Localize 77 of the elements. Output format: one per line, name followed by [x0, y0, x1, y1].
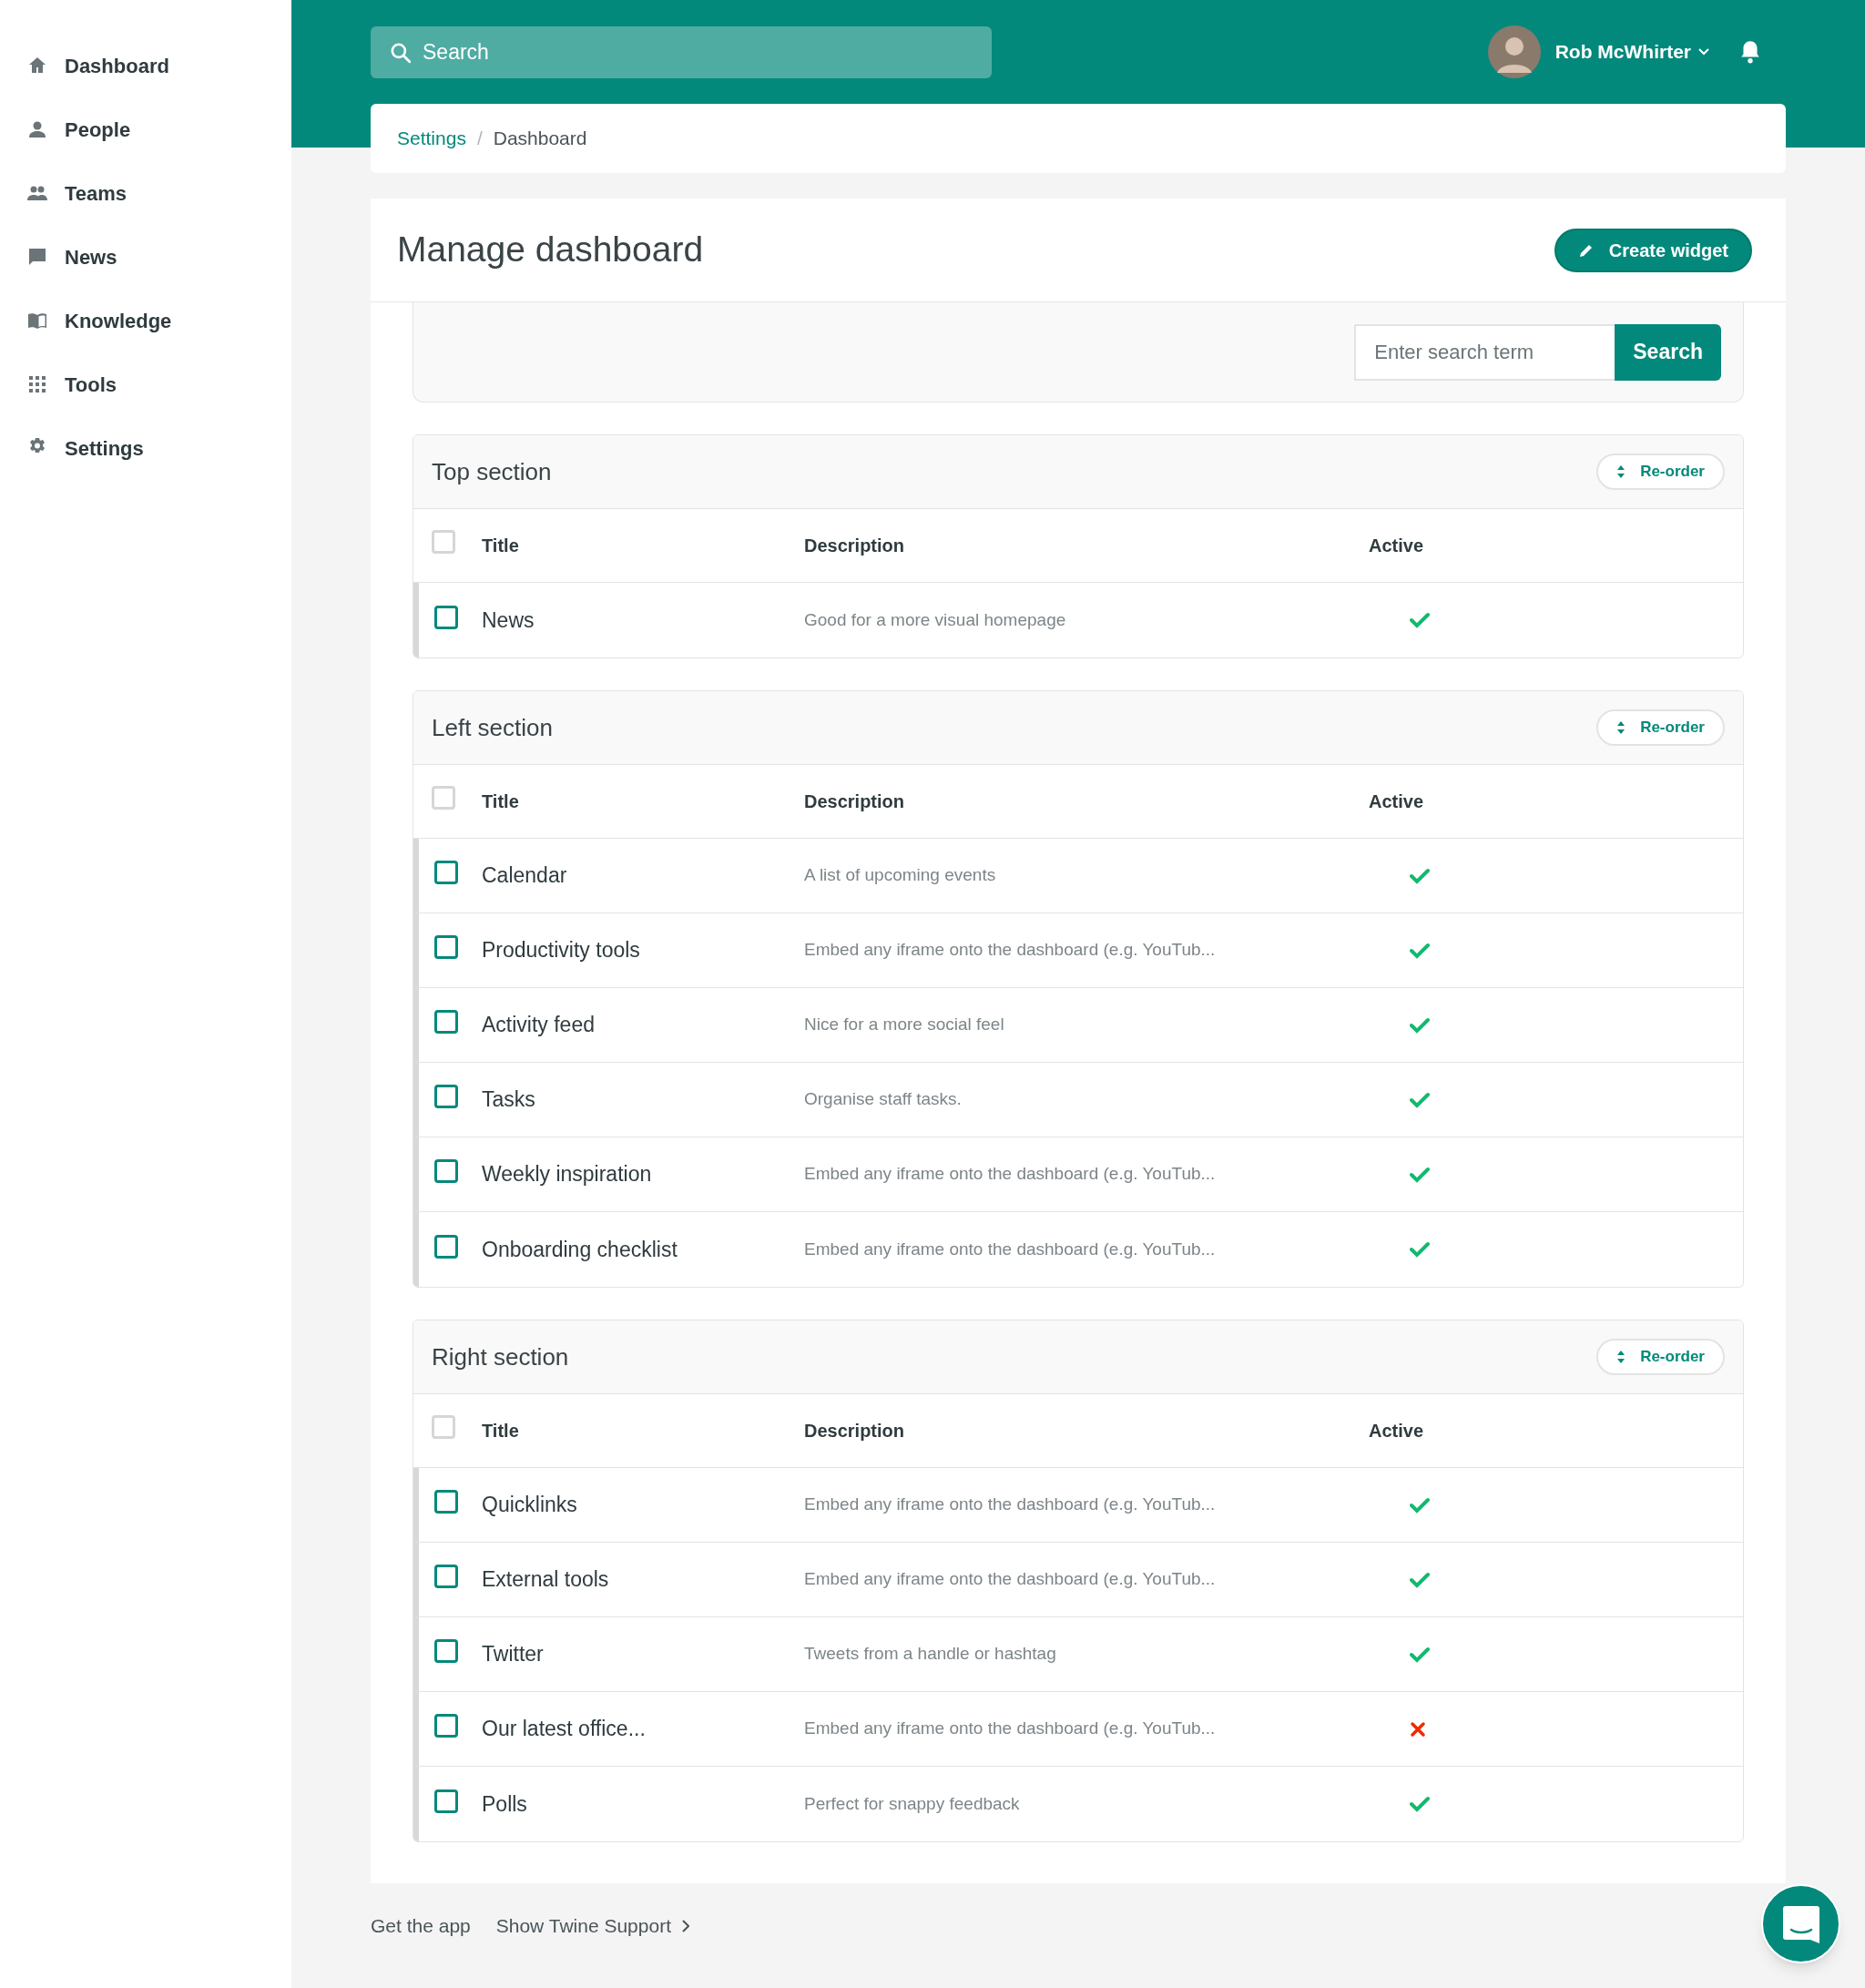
- checkbox[interactable]: [434, 1639, 458, 1663]
- speech-bubble-icon: [26, 246, 48, 268]
- widget-description: Embed any iframe onto the dashboard (e.g. YouTub...: [804, 1494, 1217, 1516]
- breadcrumb-separator: /: [476, 127, 483, 151]
- checkbox[interactable]: [434, 1490, 458, 1514]
- checkbox[interactable]: [434, 861, 458, 884]
- column-header: Description: [804, 1420, 906, 1443]
- widget-description: Embed any iframe onto the dashboard (e.g. YouTub...: [804, 1718, 1217, 1740]
- search-button[interactable]: Search: [1615, 323, 1721, 381]
- widget-description: Perfect for snappy feedback: [804, 1792, 1021, 1815]
- chevron-right-icon: [682, 1920, 689, 1932]
- widget-title: External tools: [482, 1566, 610, 1594]
- breadcrumb-current: Dashboard: [493, 127, 587, 151]
- widget-title: Quicklinks: [482, 1492, 578, 1519]
- checkbox[interactable]: [434, 935, 458, 959]
- reorder-button[interactable]: Re-order: [1596, 454, 1725, 490]
- sidebar-item[interactable]: News: [0, 225, 291, 289]
- user-name[interactable]: Rob McWhirter: [1554, 37, 1691, 66]
- widget-title: Onboarding checklist: [482, 1236, 678, 1263]
- column-header: Active: [1369, 790, 1424, 813]
- reorder-button[interactable]: Re-order: [1596, 709, 1725, 746]
- checkbox[interactable]: [434, 1010, 458, 1034]
- section-title: Right section: [432, 1341, 569, 1372]
- sidebar-item[interactable]: Knowledge: [0, 289, 291, 352]
- column-header: Description: [804, 535, 906, 557]
- chat-bubble-icon: [1781, 1903, 1820, 1944]
- widget-title: Tasks: [482, 1086, 536, 1114]
- column-header: Active: [1369, 535, 1424, 557]
- sidebar-item[interactable]: People: [0, 97, 291, 161]
- widget-title: News: [482, 607, 535, 634]
- column-header: Active: [1369, 1420, 1424, 1443]
- widget-title: Activity feed: [482, 1012, 596, 1039]
- checkbox[interactable]: [434, 1714, 458, 1738]
- checkbox[interactable]: [434, 1159, 458, 1183]
- sidebar-item[interactable]: Tools: [0, 352, 291, 416]
- footer-link[interactable]: Show Twine Support: [495, 1912, 689, 1941]
- sort-arrows-icon: [1616, 720, 1626, 735]
- sidebar-item[interactable]: Teams: [0, 161, 291, 225]
- checkbox[interactable]: [434, 1789, 458, 1813]
- widget-description: Embed any iframe onto the dashboard (e.g. YouTub...: [804, 939, 1217, 962]
- sidebar-item[interactable]: Dashboard: [0, 34, 291, 97]
- section-title: Left section: [432, 712, 553, 743]
- reorder-button[interactable]: Re-order: [1596, 1339, 1725, 1375]
- widget-description: Organise staff tasks.: [804, 1088, 963, 1111]
- widget-title: Twitter: [482, 1641, 545, 1668]
- checkbox[interactable]: [434, 1234, 458, 1259]
- widget-description: Embed any iframe onto the dashboard (e.g. YouTub...: [804, 1163, 1217, 1186]
- widget-description: Nice for a more social feel: [804, 1014, 1005, 1036]
- widget-description: A list of upcoming events: [804, 864, 997, 887]
- sidebar-item[interactable]: Settings: [0, 416, 291, 480]
- column-header: Description: [804, 790, 906, 813]
- widget-description: Embed any iframe onto the dashboard (e.g. YouTub...: [804, 1238, 1217, 1260]
- checkbox[interactable]: [434, 1565, 458, 1588]
- column-header: Title: [482, 535, 520, 557]
- section-title: Top section: [432, 456, 552, 487]
- column-header: Title: [482, 790, 520, 813]
- footer-link[interactable]: Get the app: [371, 1912, 471, 1941]
- column-header: Title: [482, 1420, 520, 1443]
- search-term-field[interactable]: Enter search term: [1354, 323, 1615, 381]
- widget-title: Polls: [482, 1790, 528, 1818]
- widget-title: Weekly inspiration: [482, 1161, 653, 1188]
- create-widget-button[interactable]: Create widget: [1554, 228, 1752, 272]
- widget-title: Productivity tools: [482, 937, 641, 964]
- sort-arrows-icon: [1616, 464, 1626, 479]
- checkbox[interactable]: [434, 1085, 458, 1108]
- widget-title: Our latest office...: [482, 1716, 647, 1743]
- sort-arrows-icon: [1616, 1350, 1626, 1364]
- widget-title: Calendar: [482, 862, 568, 890]
- chevron-down-icon[interactable]: [1698, 48, 1709, 56]
- breadcrumb-link[interactable]: Settings: [397, 124, 466, 153]
- widget-description: Tweets from a handle or hashtag: [804, 1643, 1057, 1666]
- page-title: Manage dashboard: [397, 229, 704, 271]
- widget-description: Good for a more visual homepage: [804, 608, 1067, 631]
- grid-icon: [26, 373, 48, 395]
- checkbox[interactable]: [434, 605, 458, 629]
- avatar[interactable]: [1487, 25, 1541, 78]
- widget-description: Embed any iframe onto the dashboard (e.g. YouTub...: [804, 1568, 1217, 1591]
